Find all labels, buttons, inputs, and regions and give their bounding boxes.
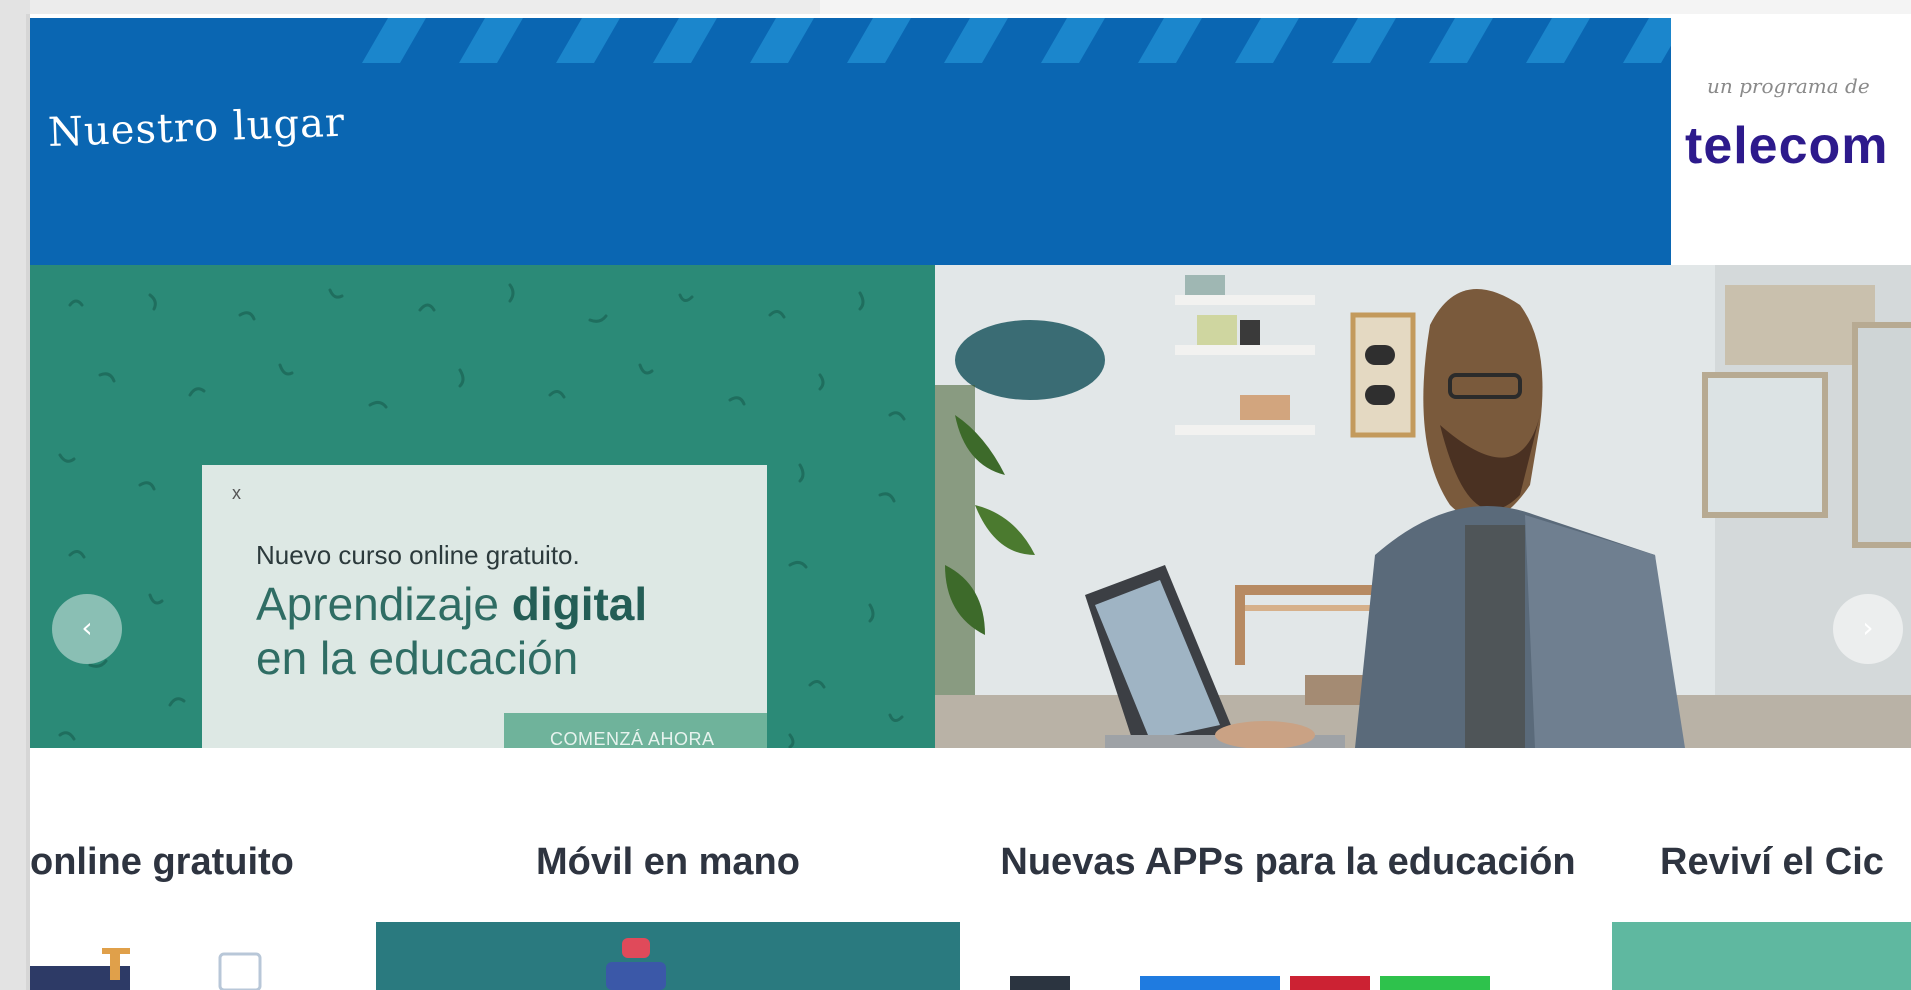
header-stripe [1623, 18, 1671, 63]
promo-kicker: Nuevo curso online gratuito. [256, 540, 580, 570]
carousel-prev-button[interactable]: ‹ [52, 594, 122, 664]
top-strip-light [820, 0, 1911, 14]
phone-in-hand-image [376, 922, 960, 990]
header-stripe [750, 18, 814, 63]
hero-carousel: x Nuevo curso online gratuito. Aprendiza… [30, 265, 1911, 748]
promo-title-bold: digital [511, 578, 648, 630]
header-stripe [1429, 18, 1493, 63]
apps-collage-image [1010, 976, 1490, 990]
card-thumbnail-apps[interactable] [1000, 972, 1576, 990]
header-stripe [1138, 18, 1202, 63]
header-stripe [459, 18, 523, 63]
illustration-image [30, 948, 262, 990]
man-with-laptop-photo [935, 265, 1911, 748]
slide-promo[interactable]: x Nuevo curso online gratuito. Aprendiza… [30, 265, 935, 748]
header-stripe [847, 18, 911, 63]
site-header: Nuestro lugar [30, 18, 1671, 265]
header-stripe [1332, 18, 1396, 63]
promo-title: Aprendizaje digital en la educación [256, 577, 647, 685]
card-title-nuevas-apps[interactable]: Nuevas APPs para la educación [1000, 836, 1576, 888]
card-title-online-gratuito[interactable]: online gratuito [30, 836, 330, 888]
header-stripe [1041, 18, 1105, 63]
site-title[interactable]: Nuestro lugar [47, 100, 346, 156]
card-title-revivi[interactable]: Reviví el Cic [1660, 836, 1911, 888]
brand-panel[interactable]: un programa de telecom [1671, 18, 1911, 265]
header-stripe [1526, 18, 1590, 63]
start-now-button[interactable]: COMENZÁ AHORA [504, 713, 767, 748]
card-thumbnail-revivi[interactable] [1612, 922, 1911, 990]
brand-prefix: un programa de [1707, 74, 1870, 98]
promo-title-plain: Aprendizaje [256, 578, 499, 630]
header-stripe [556, 18, 620, 63]
header-stripe [653, 18, 717, 63]
header-stripe [1235, 18, 1299, 63]
header-stripes [30, 18, 1671, 63]
card-thumbnail-movil[interactable] [376, 922, 960, 990]
card-thumbnail-online[interactable] [30, 940, 310, 990]
card-title-movil-en-mano[interactable]: Móvil en mano [376, 836, 960, 888]
carousel-next-button[interactable]: › [1833, 594, 1903, 664]
promo-card[interactable]: x Nuevo curso online gratuito. Aprendiza… [202, 465, 767, 748]
brand-logo: telecom [1685, 117, 1889, 175]
close-icon[interactable]: x [232, 483, 241, 504]
header-stripe [362, 18, 426, 63]
slide-photo[interactable] [935, 265, 1911, 748]
promo-title-line2: en la educación [256, 632, 579, 684]
header-stripe [944, 18, 1008, 63]
